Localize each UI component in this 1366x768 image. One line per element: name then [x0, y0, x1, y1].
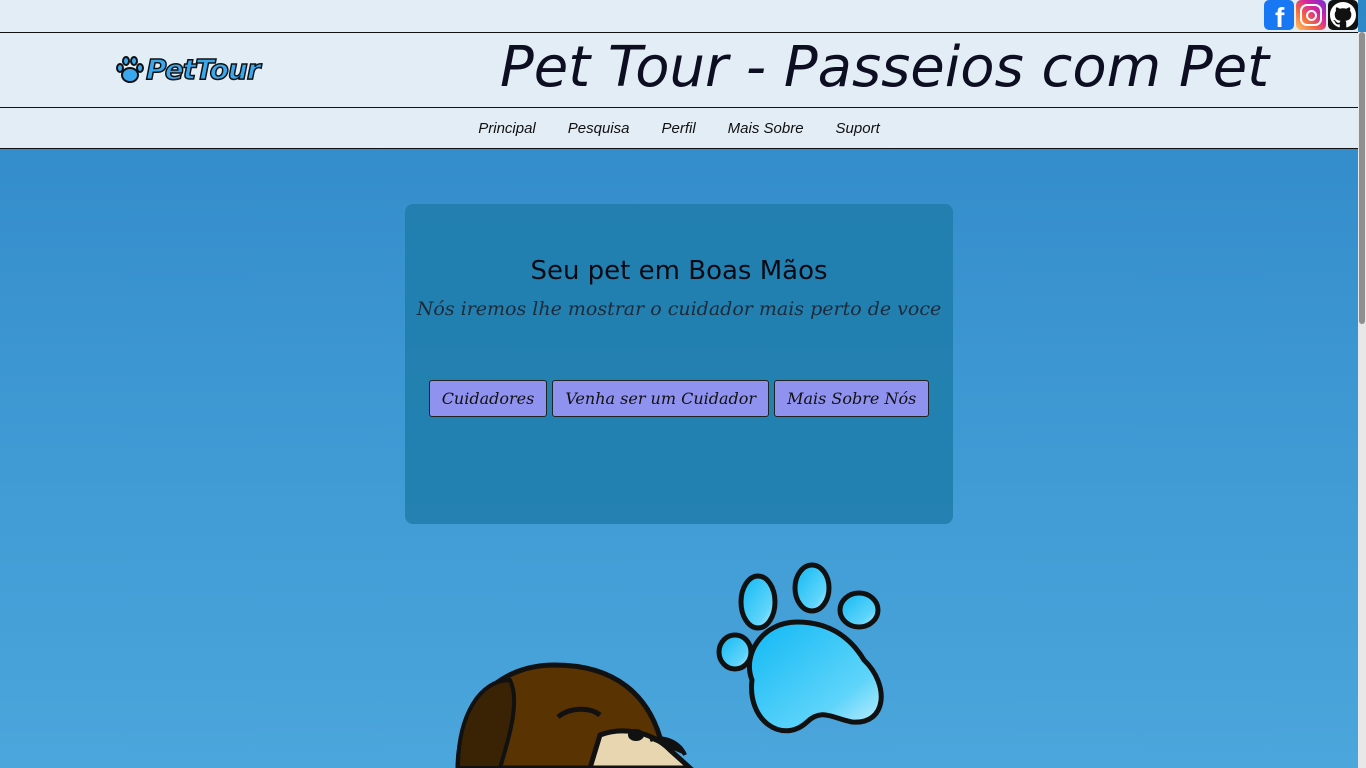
hero-heading: Seu pet em Boas Mãos — [530, 256, 828, 286]
scrollbar[interactable] — [1358, 32, 1366, 768]
logo-text: PetTour — [145, 52, 261, 87]
hero-buttons: Cuidadores Venha ser um Cuidador Mais So… — [405, 380, 953, 417]
nav-perfil[interactable]: Perfil — [661, 120, 695, 137]
site-title: Pet Tour - Passeios com Pet — [500, 35, 1270, 100]
site-logo[interactable]: PetTour — [114, 52, 261, 87]
cuidadores-button[interactable]: Cuidadores — [428, 380, 548, 417]
paw-logo-icon — [116, 55, 144, 83]
facebook-icon[interactable]: f — [1264, 0, 1294, 33]
nav-mais-sobre[interactable]: Mais Sobre — [728, 120, 804, 137]
paw-print-icon — [716, 562, 884, 734]
instagram-icon[interactable] — [1296, 0, 1326, 30]
github-icon[interactable] — [1328, 0, 1358, 30]
nav-suport[interactable]: Suport — [836, 120, 880, 137]
top-strip: f — [0, 0, 1358, 33]
scrollbar-thumb[interactable] — [1359, 32, 1365, 324]
site-header: PetTour Pet Tour - Passeios com Pet — [0, 33, 1358, 108]
dog-illustration — [455, 662, 694, 768]
nav-pesquisa[interactable]: Pesquisa — [568, 120, 630, 137]
become-caregiver-button[interactable]: Venha ser um Cuidador — [552, 380, 770, 417]
social-links: f — [1264, 0, 1358, 33]
hero-card: Seu pet em Boas Mãos Nós iremos lhe most… — [405, 204, 953, 524]
about-us-button[interactable]: Mais Sobre Nós — [774, 380, 930, 417]
nav-principal[interactable]: Principal — [478, 120, 536, 137]
hero-subtitle: Nós iremos lhe mostrar o cuidador mais p… — [416, 298, 942, 320]
main-nav: Principal Pesquisa Perfil Mais Sobre Sup… — [0, 108, 1358, 149]
